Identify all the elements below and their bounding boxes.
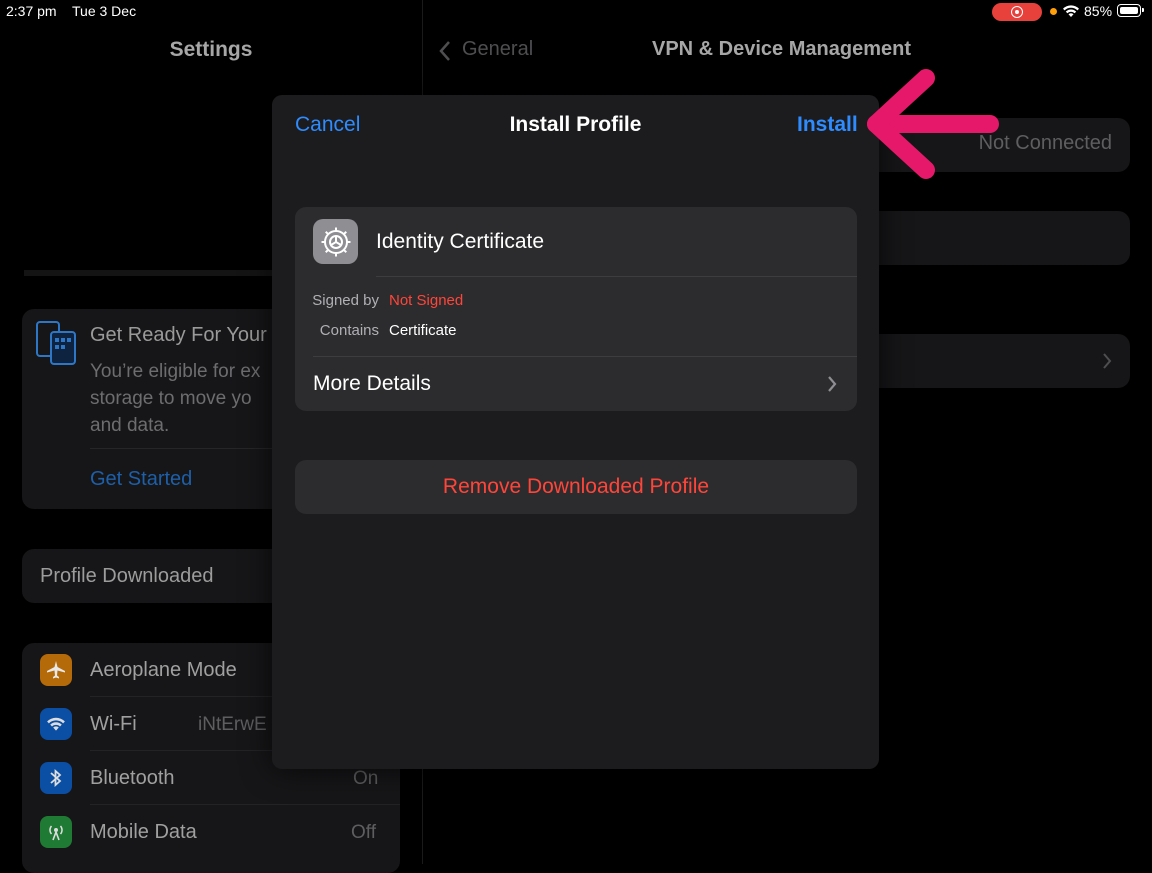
- wifi-signal-icon: [1063, 5, 1079, 17]
- divider: [90, 804, 400, 805]
- banner-body: You’re eligible for ex storage to move y…: [90, 361, 261, 436]
- airplane-icon: [40, 654, 72, 686]
- signed-by-label: Signed by: [312, 292, 379, 309]
- bluetooth-value: On: [353, 768, 379, 789]
- settings-row[interactable]: [850, 211, 1130, 265]
- chevron-right-icon: [1103, 353, 1112, 369]
- contains-value: Certificate: [389, 322, 457, 339]
- mic-indicator-icon: [1050, 8, 1057, 15]
- banner-title: Get Ready For Your: [90, 324, 267, 346]
- pointer-arrow-icon: [867, 69, 999, 179]
- screen-recording-icon[interactable]: [992, 3, 1042, 21]
- back-general-button[interactable]: General: [462, 38, 533, 61]
- status-date: Tue 3 Dec: [72, 3, 137, 19]
- chevron-right-icon: [828, 376, 837, 392]
- profile-downloaded-label: Profile Downloaded: [40, 565, 214, 587]
- contains-label: Contains: [319, 322, 379, 339]
- aeroplane-mode-label: Aeroplane Mode: [90, 659, 237, 681]
- wifi-value: iNtErwE: [198, 714, 267, 735]
- bluetooth-label: Bluetooth: [90, 767, 175, 789]
- divider: [376, 276, 857, 277]
- profile-name: Identity Certificate: [376, 230, 545, 253]
- status-time: 2:37 pm: [6, 3, 57, 19]
- more-details-row[interactable]: More Details: [313, 372, 431, 396]
- signed-by-value: Not Signed: [389, 292, 464, 309]
- install-button[interactable]: Install: [797, 113, 858, 137]
- wifi-icon: [40, 708, 72, 740]
- search-area: [24, 258, 274, 276]
- bluetooth-icon: [40, 762, 72, 794]
- gear-icon: [313, 219, 358, 264]
- battery-percentage: 85%: [1084, 3, 1113, 19]
- sheet-title: Install Profile: [509, 113, 642, 136]
- wifi-label: Wi-Fi: [90, 713, 137, 735]
- mobile-data-label: Mobile Data: [90, 821, 197, 843]
- divider: [313, 356, 857, 357]
- install-profile-sheet: [272, 95, 879, 769]
- settings-row[interactable]: [850, 334, 1130, 388]
- devices-icon: [36, 321, 76, 365]
- antenna-icon: [40, 816, 72, 848]
- battery-icon: [1117, 4, 1144, 17]
- settings-title: Settings: [169, 38, 253, 61]
- vpn-title: VPN & Device Management: [652, 38, 911, 60]
- chevron-left-icon[interactable]: [438, 40, 452, 62]
- get-started-link[interactable]: Get Started: [90, 468, 192, 491]
- mobile-data-value: Off: [351, 822, 376, 843]
- remove-profile-label: Remove Downloaded Profile: [442, 475, 710, 498]
